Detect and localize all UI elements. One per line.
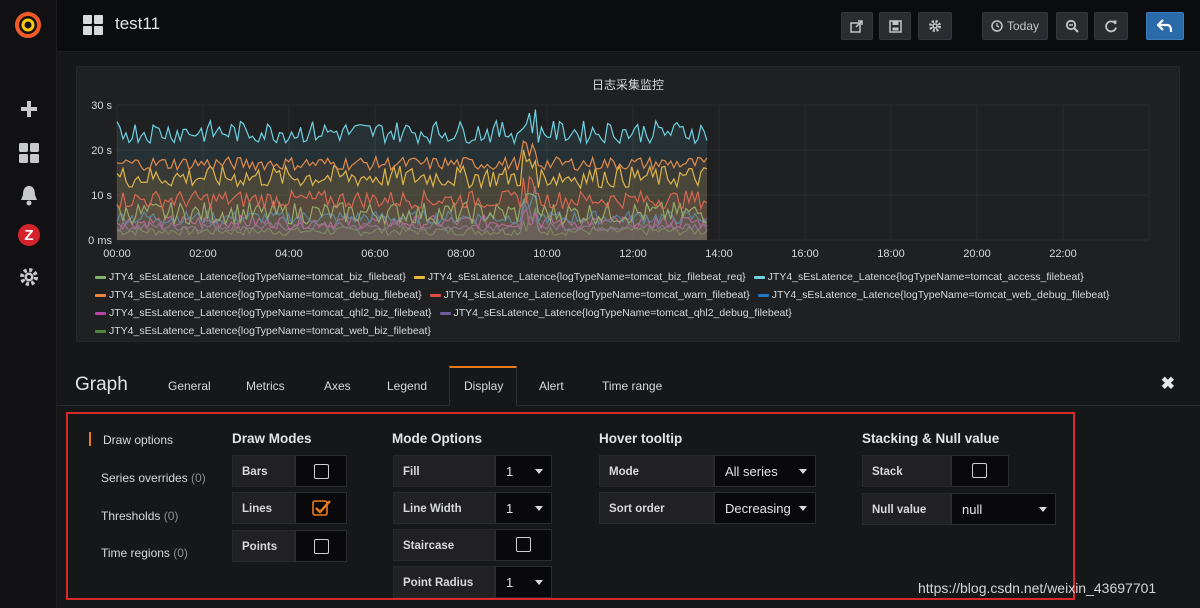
y-tick-label: 10 s [91,190,112,202]
legend-label: JTY4_sEsLatence_Latence{logTypeName=tomc… [109,325,431,337]
series-area [117,109,707,240]
x-tick-label: 06:00 [361,248,389,260]
editor-title: Graph [75,374,128,395]
top-navbar: test11 Today [57,0,1200,52]
dashboard-title[interactable]: test11 [115,14,160,34]
tab-time-range[interactable]: Time range [588,366,676,406]
legend-swatch [429,293,441,297]
back-to-dashboard-button[interactable] [1146,12,1184,40]
panel-editor-header: Graph General Metrics Axes Legend Displa… [57,366,1200,406]
tab-metrics[interactable]: Metrics [232,366,299,406]
grafana-logo-icon[interactable] [12,8,44,40]
legend-label: JTY4_sEsLatence_Latence{logTypeName=tomc… [109,307,432,319]
share-icon [850,20,863,33]
legend-item[interactable]: JTY4_sEsLatence_Latence{logTypeName=tomc… [95,268,406,286]
legend-item[interactable]: JTY4_sEsLatence_Latence{logTypeName=tomc… [429,286,750,304]
zabbix-icon[interactable]: Z [16,222,42,248]
legend-label: JTY4_sEsLatence_Latence{logTypeName=tomc… [109,289,422,301]
x-tick-label: 04:00 [275,248,303,260]
chart-legend: JTY4_sEsLatence_Latence{logTypeName=tomc… [95,268,1175,340]
x-tick-label: 00:00 [103,248,131,260]
legend-row: JTY4_sEsLatence_Latence{logTypeName=tomc… [95,286,1175,304]
settings-button[interactable] [918,12,952,40]
legend-row: JTY4_sEsLatence_Latence{logTypeName=tomc… [95,268,1175,286]
x-tick-label: 08:00 [447,248,475,260]
legend-swatch [757,293,769,297]
tab-legend[interactable]: Legend [373,366,441,406]
y-tick-label: 20 s [91,145,112,157]
tab-axes[interactable]: Axes [310,366,365,406]
back-icon [1157,19,1173,33]
tab-general[interactable]: General [154,366,225,406]
refresh-button[interactable] [1094,12,1128,40]
plus-icon[interactable] [16,96,42,122]
save-icon [888,19,902,33]
legend-item[interactable]: JTY4_sEsLatence_Latence{logTypeName=tomc… [757,286,1110,304]
x-tick-label: 22:00 [1049,248,1077,260]
y-tick-label: 0 ms [88,235,112,247]
highlight-box [66,412,1075,600]
legend-swatch [95,329,106,333]
x-tick-label: 12:00 [619,248,647,260]
legend-label: JTY4_sEsLatence_Latence{logTypeName=tomc… [109,271,406,283]
graph-panel: 日志采集监控 0 ms 10 s 20 s 30 s 00:00 02:00 04:00 06… [76,66,1180,342]
bell-icon[interactable] [16,182,42,208]
side-menu: Z [0,0,57,608]
x-tick-label: 02:00 [189,248,217,260]
save-button[interactable] [879,12,911,40]
tab-display[interactable]: Display [449,366,517,406]
clock-icon [991,20,1003,32]
refresh-icon [1105,20,1117,33]
share-button[interactable] [841,12,873,40]
legend-label: JTY4_sEsLatence_Latence{logTypeName=tomc… [427,271,746,283]
dashboards-grid-icon[interactable] [16,140,42,166]
legend-swatch [753,275,765,279]
legend-item[interactable]: JTY4_sEsLatence_Latence{logTypeName=tomc… [753,268,1084,286]
zoom-out-icon [1065,19,1079,33]
svg-text:Z: Z [24,227,33,244]
tab-alert[interactable]: Alert [525,366,578,406]
x-tick-label: 10:00 [533,248,561,260]
legend-item[interactable]: JTY4_sEsLatence_Latence{logTypeName=tomc… [95,304,432,322]
legend-swatch [439,311,451,315]
y-tick-label: 30 s [91,100,112,112]
legend-label: JTY4_sEsLatence_Latence{logTypeName=tomc… [453,307,792,319]
x-tick-label: 16:00 [791,248,819,260]
settings-icon [929,20,941,32]
zoom-out-button[interactable] [1056,12,1088,40]
latency-chart[interactable]: 0 ms 10 s 20 s 30 s 00:00 02:00 04:00 06:00 08:0… [77,67,1181,267]
legend-swatch [413,275,425,279]
legend-row: JTY4_sEsLatence_Latence{logTypeName=tomc… [95,322,1175,340]
legend-swatch [95,275,106,279]
legend-swatch [95,293,106,297]
legend-row: JTY4_sEsLatence_Latence{logTypeName=tomc… [95,304,1175,322]
x-tick-label: 14:00 [705,248,733,260]
dashboard-grid-icon[interactable] [83,15,103,35]
legend-label: JTY4_sEsLatence_Latence{logTypeName=tomc… [767,271,1084,283]
close-editor-icon[interactable]: ✖ [1161,374,1175,394]
legend-item[interactable]: JTY4_sEsLatence_Latence{logTypeName=tomc… [95,286,422,304]
time-picker-button[interactable]: Today [982,12,1048,40]
legend-item[interactable]: JTY4_sEsLatence_Latence{logTypeName=tomc… [413,268,746,286]
x-tick-label: 20:00 [963,248,991,260]
time-picker-label: Today [1006,19,1040,33]
legend-swatch [95,311,106,315]
legend-item[interactable]: JTY4_sEsLatence_Latence{logTypeName=tomc… [439,304,792,322]
x-tick-label: 18:00 [877,248,905,260]
legend-item[interactable]: JTY4_sEsLatence_Latence{logTypeName=tomc… [95,322,431,340]
legend-label: JTY4_sEsLatence_Latence{logTypeName=tomc… [443,289,750,301]
legend-label: JTY4_sEsLatence_Latence{logTypeName=tomc… [771,289,1110,301]
watermark: https://blog.csdn.net/weixin_43697701 [918,580,1157,596]
gear-icon[interactable] [16,264,42,290]
